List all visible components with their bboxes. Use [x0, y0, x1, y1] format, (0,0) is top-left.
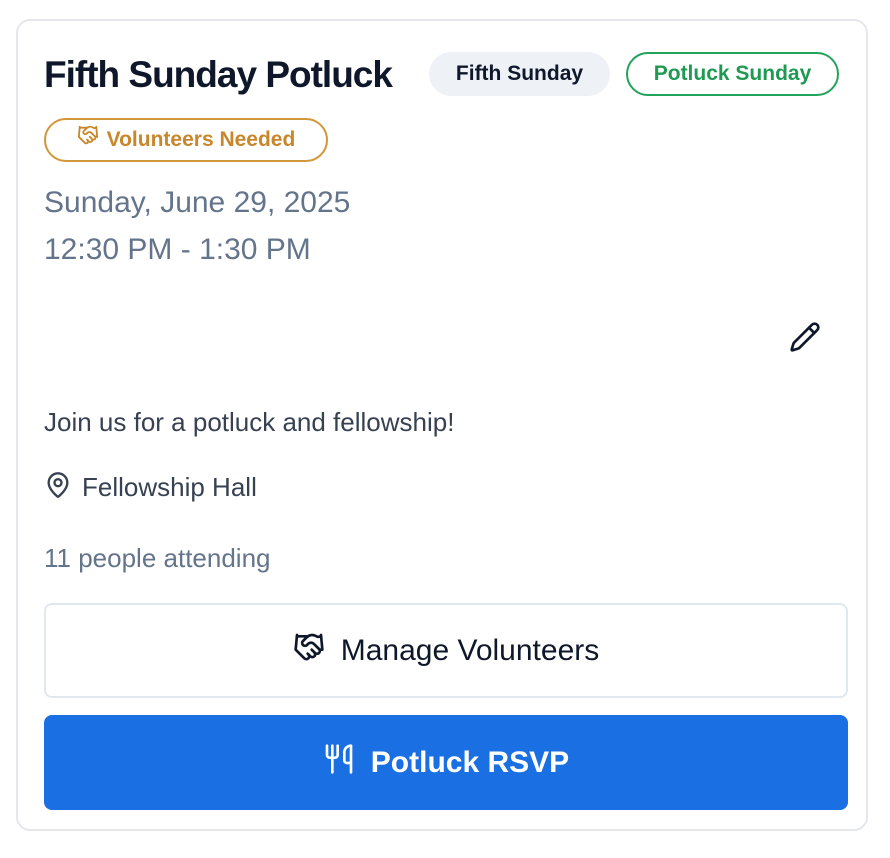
utensils-icon	[323, 743, 355, 783]
event-description: Join us for a potluck and fellowship!	[44, 407, 455, 437]
fifth-sunday-badge: Fifth Sunday	[429, 52, 610, 96]
handshake-icon	[293, 631, 325, 671]
map-pin-icon	[44, 471, 72, 504]
location-label: Fellowship Hall	[82, 472, 257, 502]
potluck-rsvp-button[interactable]: Potluck RSVP	[44, 715, 848, 810]
manage-volunteers-button[interactable]: Manage Volunteers	[44, 603, 848, 698]
handshake-icon	[77, 120, 99, 160]
manage-volunteers-label: Manage Volunteers	[340, 633, 600, 667]
pencil-icon	[789, 321, 821, 358]
volunteers-needed-badge: Volunteers Needed	[44, 118, 328, 162]
potluck-sunday-badge: Potluck Sunday	[626, 52, 839, 96]
potluck-rsvp-label: Potluck RSVP	[370, 745, 570, 779]
event-time: 12:30 PM - 1:30 PM	[44, 233, 311, 266]
volunteers-needed-label: Volunteers Needed	[106, 128, 296, 151]
attendance-count: 11 people attending	[44, 543, 271, 573]
event-title: Fifth Sunday Potluck	[44, 54, 393, 95]
event-location: Fellowship Hall	[44, 471, 257, 503]
event-card: Fifth Sunday Potluck Fifth Sunday Potluc…	[16, 19, 868, 831]
event-date: Sunday, June 29, 2025	[44, 186, 351, 219]
edit-button[interactable]	[788, 321, 822, 358]
